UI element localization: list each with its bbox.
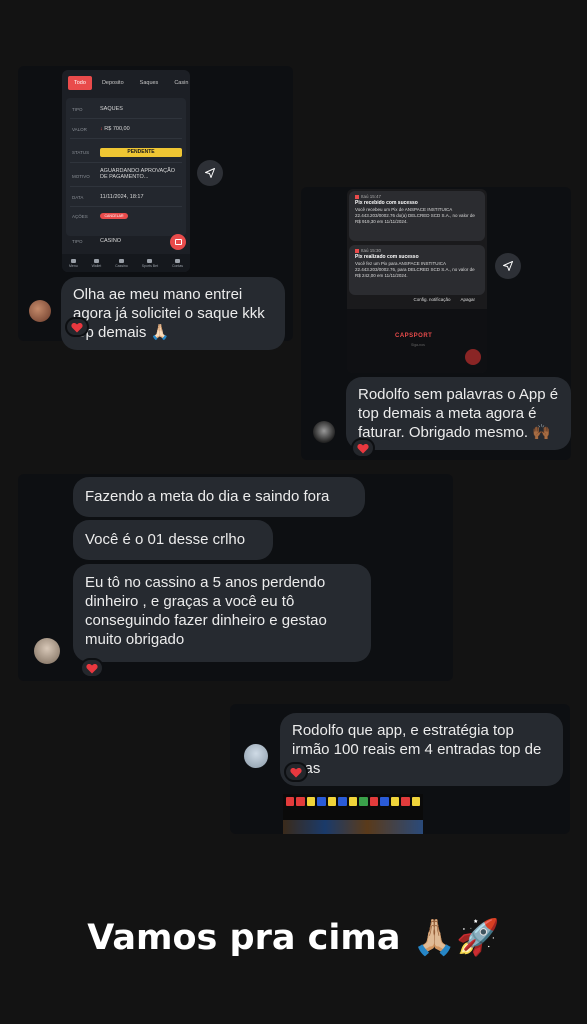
- app-logo: CAPSPORT: [395, 333, 433, 339]
- withdrawal-screenshot[interactable]: Todo Deposito Saques Casin TIPO SAQUES V…: [62, 70, 190, 272]
- app-subtitle: Siga-nos: [411, 343, 425, 347]
- reply-bubble-2: Rodolfo sem palavras o App é top demais …: [346, 377, 571, 450]
- row-value-valor: ↓ R$ 700,00: [100, 126, 130, 132]
- divider: [70, 206, 182, 207]
- share-icon[interactable]: [495, 253, 521, 279]
- chat-icon[interactable]: [465, 349, 481, 365]
- divider: [70, 138, 182, 139]
- avatar: [29, 300, 51, 322]
- roulette-screenshot[interactable]: [283, 794, 423, 834]
- app-tabs: Todo Deposito Saques Casin: [62, 70, 190, 96]
- notification-pix-received: Itaú 15:47 Pix recebido com sucesso Você…: [349, 191, 485, 241]
- roulette-result-cell: [306, 797, 316, 806]
- notification-actions: Config. notificação Apagar: [349, 297, 485, 302]
- tab-saques: Saques: [139, 80, 159, 86]
- divider: [70, 118, 182, 119]
- tab-casino: Casin: [174, 80, 189, 86]
- nav-cassino[interactable]: Cassino: [115, 258, 128, 268]
- roulette-result-cell: [348, 797, 358, 806]
- chat-icon[interactable]: [170, 234, 186, 250]
- row-label-data: DATA: [72, 195, 84, 200]
- row-label-acoes: AÇÕES: [72, 214, 88, 219]
- notification-pix-sent: Itaú 15:30 Pix realizado com sucesso Voc…: [349, 245, 485, 295]
- roulette-result-cell: [317, 797, 326, 806]
- clear-button[interactable]: Apagar: [460, 297, 475, 302]
- notification-settings-button[interactable]: Config. notificação: [413, 297, 450, 302]
- row-label-tipo: TIPO: [72, 107, 83, 112]
- roulette-result-cell: [390, 797, 400, 806]
- nav-menu[interactable]: Menu: [69, 258, 78, 268]
- avatar: [244, 744, 268, 768]
- roulette-result-cell: [359, 797, 368, 806]
- bottom-nav: Menu Wallet Cassino Sports Bet Contas: [62, 254, 190, 272]
- reply-bubble-4: Rodolfo que app, e estratégia top irmão …: [280, 713, 563, 786]
- app-background: CAPSPORT Siga-nos: [347, 309, 487, 373]
- message-bubble: Eu tô no cassino a 5 anos perdendo dinhe…: [73, 564, 371, 662]
- notification-app: Itaú 15:47: [355, 194, 479, 199]
- heart-reaction-icon[interactable]: [65, 317, 89, 337]
- roulette-result-cell: [327, 797, 337, 806]
- divider: [70, 186, 182, 187]
- transaction-panel: TIPO SAQUES VALOR ↓ R$ 700,00 STATUS PEN…: [66, 98, 186, 236]
- row-value-casino: CASINO: [100, 238, 122, 244]
- heart-reaction-icon[interactable]: [80, 658, 104, 678]
- roulette-result-cell: [338, 797, 347, 806]
- row-value-motivo: AGUARDANDO APROVAÇÃO DE PAGAMENTO...: [100, 168, 176, 180]
- roulette-result-cell: [380, 797, 389, 806]
- bank-icon: [355, 194, 359, 199]
- tab-deposito: Deposito: [101, 80, 124, 86]
- bank-icon: [355, 248, 359, 253]
- row-value-tipo: SAQUES: [100, 106, 123, 112]
- bank-notification-screenshot[interactable]: Itaú 15:47 Pix recebido com sucesso Você…: [347, 189, 487, 373]
- down-arrow-icon: ↓: [100, 126, 103, 132]
- notification-app: Itaú 15:30: [355, 248, 479, 253]
- roulette-result-cell: [296, 797, 305, 806]
- roulette-result-cell: [286, 797, 295, 806]
- notification-title: Pix recebido com sucesso: [355, 200, 418, 206]
- row-label-tipo-2: TIPO: [72, 239, 83, 244]
- withdraw-amount: R$ 700,00: [104, 126, 130, 132]
- roulette-result-cell: [369, 797, 379, 806]
- row-label-motivo: MOTIVO: [72, 174, 90, 179]
- roulette-history-strip: [283, 794, 423, 809]
- row-label-valor: VALOR: [72, 127, 87, 132]
- notification-body: Você recebeu um Pix de ANSPACE INSTITUIC…: [355, 207, 475, 224]
- roulette-table-image: [283, 820, 423, 834]
- avatar: [34, 638, 60, 664]
- message-bubble: Fazendo a meta do dia e saindo fora: [73, 477, 365, 517]
- divider: [70, 162, 182, 163]
- heart-reaction-icon[interactable]: [351, 438, 375, 458]
- notification-body: Você fez um Pix para ANSPACE INSTITUICA …: [355, 261, 475, 278]
- status-badge: PENDENTE: [100, 148, 182, 157]
- row-value-data: 11/11/2024, 18:17: [100, 194, 144, 200]
- tab-todo: Todo: [68, 76, 92, 90]
- nav-wallet[interactable]: Wallet: [92, 258, 101, 268]
- nav-contas[interactable]: Contas: [172, 258, 183, 268]
- share-icon[interactable]: [197, 160, 223, 186]
- cancel-button[interactable]: CANCELAR: [100, 213, 128, 219]
- heart-reaction-icon[interactable]: [284, 762, 308, 782]
- nav-sports[interactable]: Sports Bet: [142, 258, 158, 268]
- avatar: [313, 421, 335, 443]
- roulette-result-cell: [411, 797, 421, 806]
- message-bubble: Você é o 01 desse crlho: [73, 520, 273, 560]
- roulette-result-cell: [401, 797, 410, 806]
- row-label-status: STATUS: [72, 150, 90, 155]
- notification-title: Pix realizado com sucesso: [355, 254, 419, 260]
- story-caption: Vamos pra cima 🙏🏼🚀: [87, 918, 500, 958]
- reply-bubble-1: Olha ae meu mano entrei agora já solicit…: [61, 277, 285, 350]
